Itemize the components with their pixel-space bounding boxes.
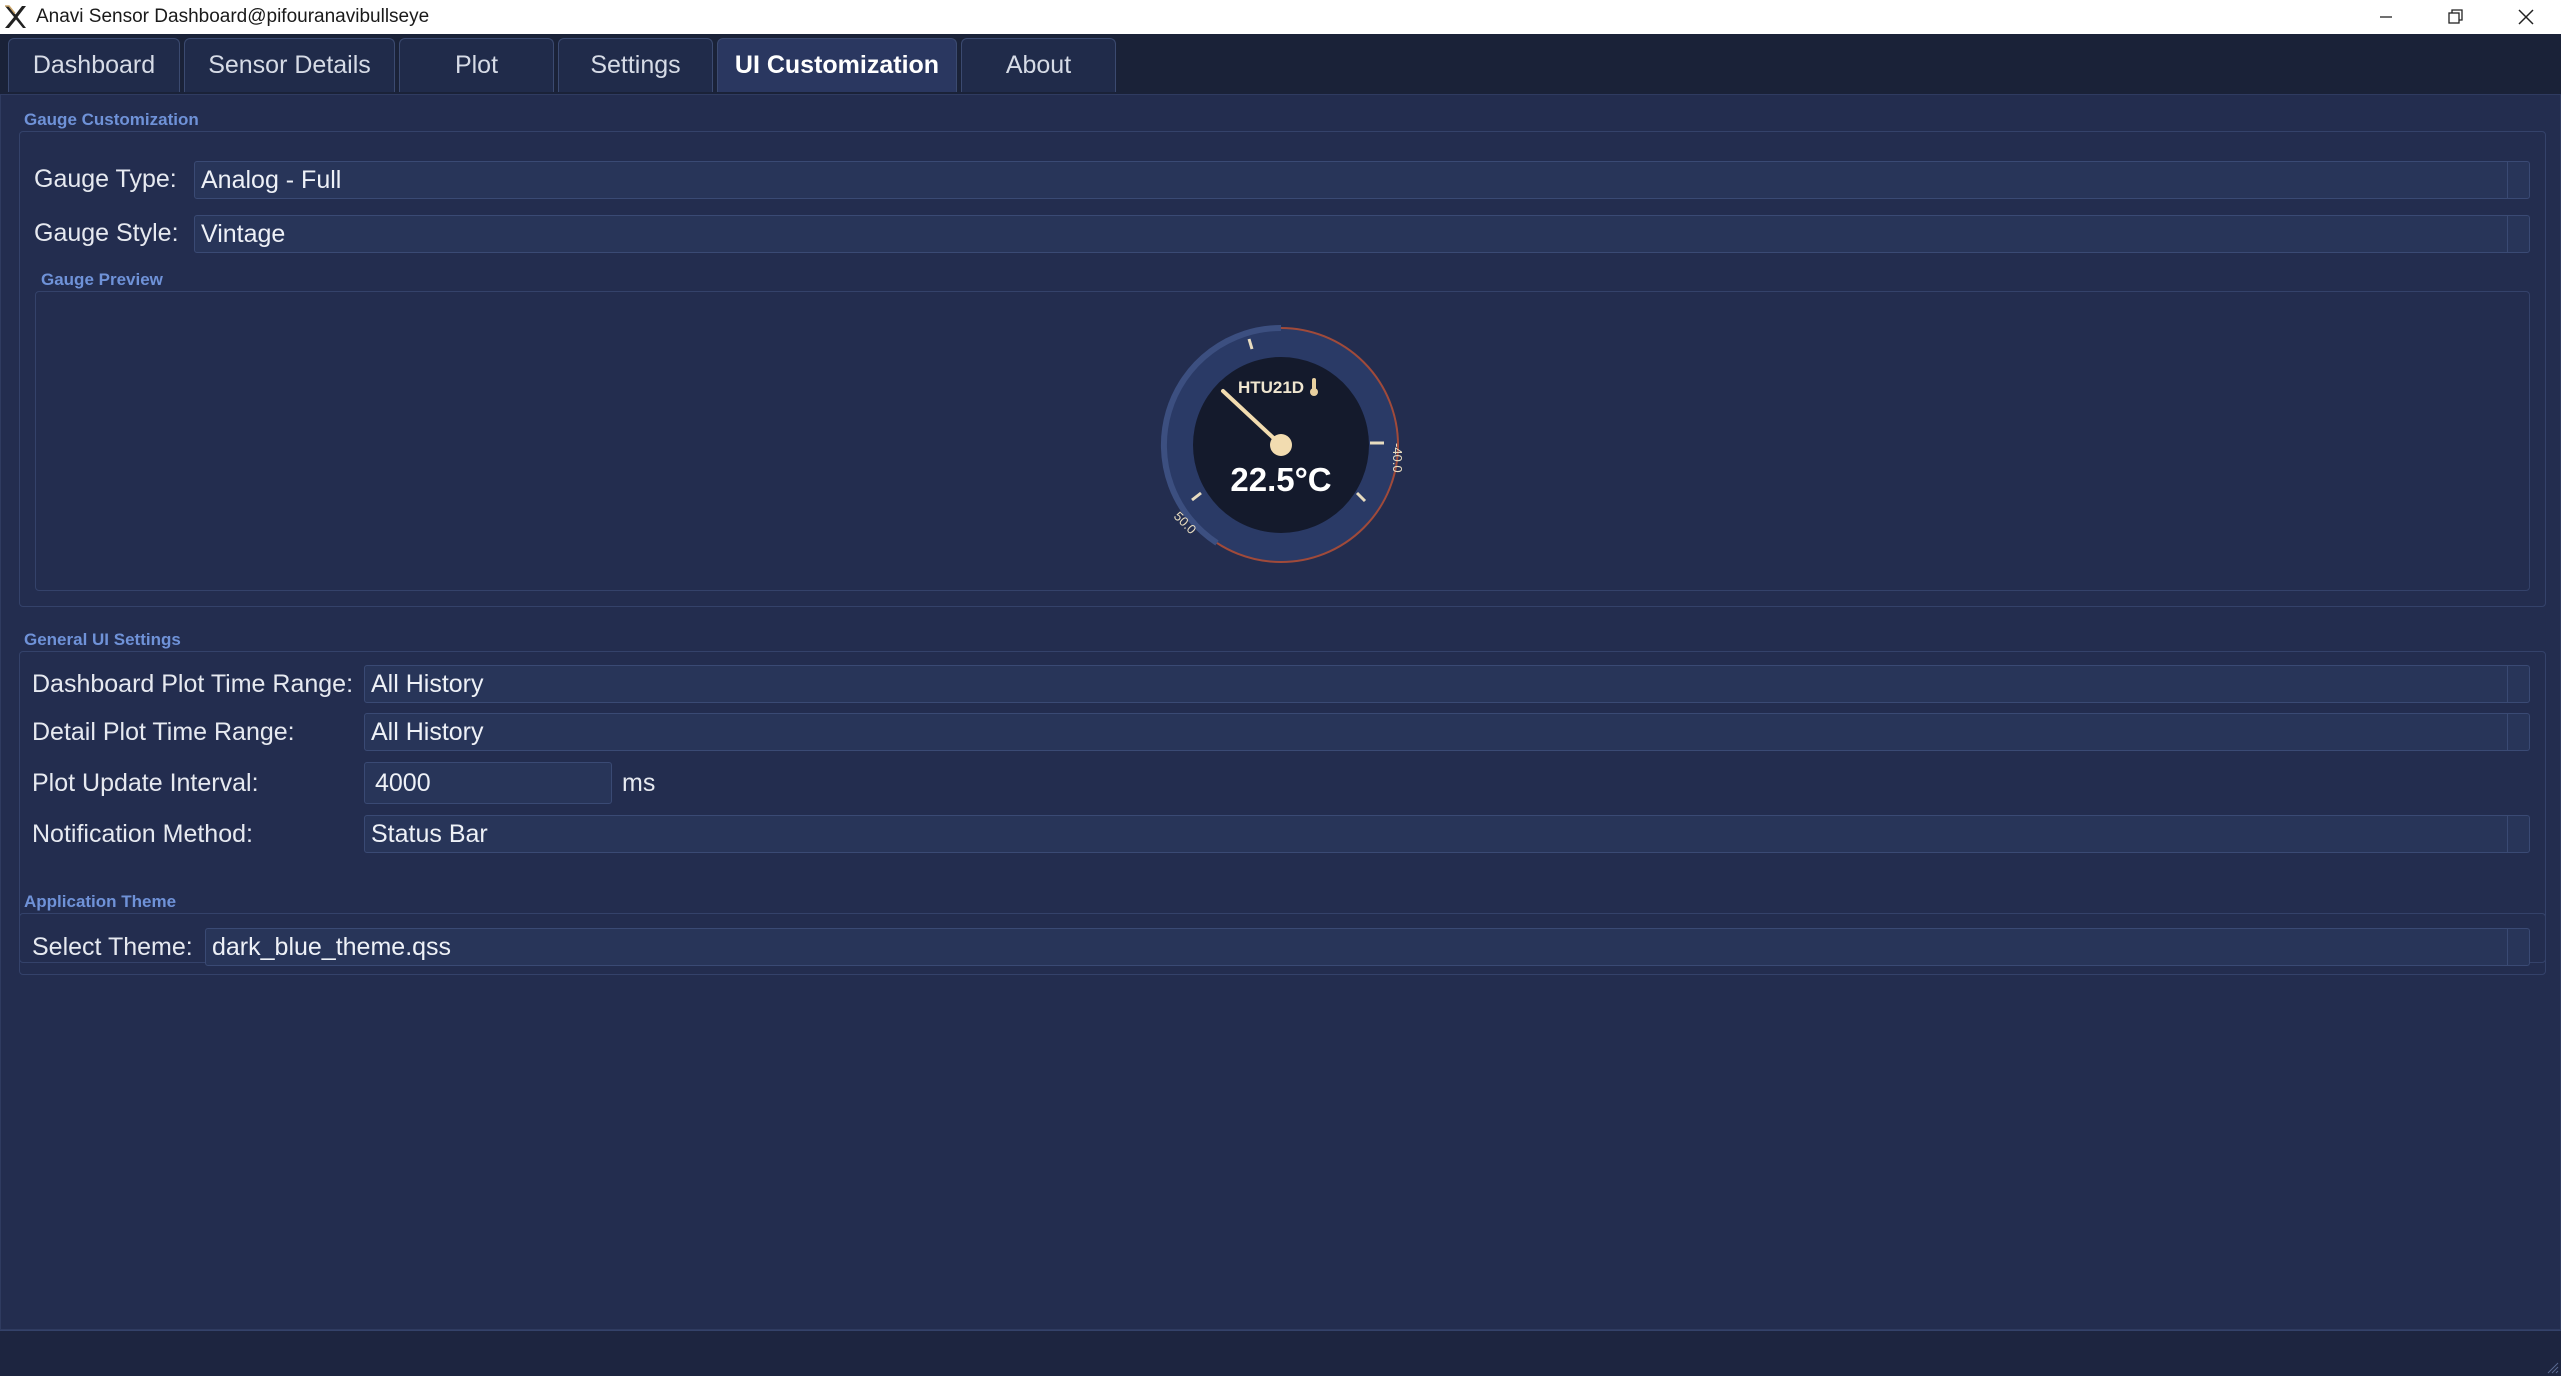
chevron-down-icon — [2507, 929, 2529, 965]
title-bar: Anavi Sensor Dashboard@pifouranavibullse… — [0, 0, 2561, 34]
close-button[interactable] — [2491, 0, 2561, 34]
theme-select-label: Select Theme: — [32, 933, 193, 961]
tab-sensor-details[interactable]: Sensor Details — [184, 38, 395, 92]
tab-about[interactable]: About — [961, 38, 1116, 92]
close-icon — [2518, 9, 2534, 25]
detail-range-value: All History — [371, 717, 484, 746]
notification-label: Notification Method: — [32, 820, 253, 848]
theme-select-value: dark_blue_theme.qss — [212, 932, 452, 961]
dashboard-range-value: All History — [371, 669, 484, 698]
chevron-down-icon — [2507, 666, 2529, 702]
restore-button[interactable] — [2421, 0, 2491, 34]
status-bar — [0, 1330, 2561, 1376]
gauge-preview-title: Gauge Preview — [41, 270, 163, 289]
tab-dashboard[interactable]: Dashboard — [8, 38, 180, 92]
window-title: Anavi Sensor Dashboard@pifouranavibullse… — [36, 6, 430, 27]
tab-bar: Dashboard Sensor Details Plot Settings U… — [0, 34, 2561, 94]
detail-range-select[interactable]: All History — [364, 713, 2530, 751]
gauge-style-value: Vintage — [201, 219, 286, 248]
tab-plot[interactable]: Plot — [399, 38, 554, 92]
gauge-needle-hub — [1270, 434, 1292, 456]
gauge-customization-title: Gauge Customization — [24, 110, 199, 129]
dashboard-range-select[interactable]: All History — [364, 665, 2530, 703]
app-logo-icon — [0, 0, 30, 34]
theme-select[interactable]: dark_blue_theme.qss — [205, 928, 2530, 966]
notification-select[interactable]: Status Bar — [364, 815, 2530, 853]
general-ui-settings-title: General UI Settings — [24, 630, 181, 649]
chevron-down-icon — [2507, 714, 2529, 750]
gauge-style-label: Gauge Style: — [34, 219, 179, 247]
chevron-down-icon — [2507, 162, 2529, 198]
restore-icon — [2448, 9, 2463, 24]
chevron-down-icon — [2507, 216, 2529, 252]
gauge-max-label: -40.0 — [1390, 443, 1405, 473]
application-theme-title: Application Theme — [24, 892, 177, 911]
gauge-style-select[interactable]: Vintage — [194, 215, 2530, 253]
notification-value: Status Bar — [371, 819, 488, 848]
minimize-button[interactable] — [2351, 0, 2421, 34]
chevron-down-icon — [2507, 816, 2529, 852]
resize-grip-icon[interactable] — [2545, 1360, 2559, 1374]
minimize-icon — [2380, 16, 2392, 18]
interval-input[interactable]: 4000 — [364, 762, 612, 804]
detail-range-label: Detail Plot Time Range: — [32, 718, 295, 746]
gauge-type-select[interactable]: Analog - Full — [194, 161, 2530, 199]
interval-unit-label: ms — [622, 769, 656, 797]
gauge-type-value: Analog - Full — [201, 165, 342, 194]
interval-label: Plot Update Interval: — [32, 769, 259, 797]
gauge-preview: -40.0 50.0 HTU21D 22.5°C — [1160, 325, 1405, 563]
gauge-sensor-name: HTU21D — [1238, 378, 1304, 397]
ui-customization-panel: Gauge Customization Gauge Type: Analog -… — [0, 94, 2561, 1330]
gauge-type-label: Gauge Type: — [34, 165, 177, 193]
tab-settings[interactable]: Settings — [558, 38, 713, 92]
dashboard-range-label: Dashboard Plot Time Range: — [32, 670, 354, 698]
gauge-reading: 22.5°C — [1230, 461, 1331, 498]
tab-ui-customization[interactable]: UI Customization — [717, 38, 957, 92]
